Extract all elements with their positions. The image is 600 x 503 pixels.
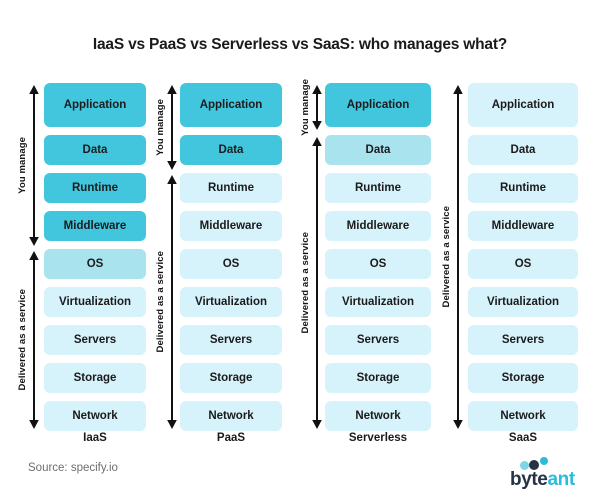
layer-box-data[interactable]: Data xyxy=(468,135,578,165)
arrow-label: You manage xyxy=(152,85,182,170)
layer-box-virtualization[interactable]: Virtualization xyxy=(468,287,578,317)
logo-word-ant: ant xyxy=(547,469,575,490)
layer-box-virtualization[interactable]: Virtualization xyxy=(180,287,282,317)
layer-stack: Application Data Runtime Middleware OS Virtua… xyxy=(468,83,578,444)
arrow-label-text: You manage xyxy=(17,137,28,194)
layer-box-application[interactable]: Application xyxy=(325,83,431,127)
arrow-label-text: Delivered as a service xyxy=(441,206,452,308)
column-label-serverless: Serverless xyxy=(348,432,408,444)
layer-box-servers[interactable]: Servers xyxy=(325,325,431,355)
layer-stack: Application Data Runtime Middleware OS Virtua… xyxy=(44,83,146,444)
arrow-delivered-as-a-service: Delivered as a service xyxy=(438,85,468,429)
arrow-delivered-as-a-service: Delivered as a service xyxy=(14,251,44,429)
layer-box-application[interactable]: Application xyxy=(468,83,578,127)
layer-box-os[interactable]: OS xyxy=(325,249,431,279)
layer-box-os[interactable]: OS xyxy=(468,249,578,279)
layer-box-middleware[interactable]: Middleware xyxy=(44,211,146,241)
arrow-group: You manage Delivered as a service xyxy=(297,79,327,433)
layer-box-network[interactable]: Network xyxy=(325,401,431,431)
layer-box-os[interactable]: OS xyxy=(180,249,282,279)
arrow-label-text: You manage xyxy=(300,79,311,136)
page-title: IaaS vs PaaS vs Serverless vs SaaS: who … xyxy=(92,36,508,53)
arrow-you-manage: You manage xyxy=(297,79,327,136)
layer-box-data[interactable]: Data xyxy=(44,135,146,165)
layer-box-network[interactable]: Network xyxy=(44,401,146,431)
arrow-you-manage: You manage xyxy=(152,85,182,170)
column-label-saas: SaaS xyxy=(508,432,538,444)
column-label-iaas: IaaS xyxy=(83,432,107,444)
layer-box-os[interactable]: OS xyxy=(44,249,146,279)
column-label-paas: PaaS xyxy=(216,432,246,444)
source-attribution: Source: specify.io xyxy=(28,462,118,474)
layer-box-network[interactable]: Network xyxy=(468,401,578,431)
stack-column-saas: Delivered as a service Application Data Run… xyxy=(434,83,586,444)
logo-word-byte: byte xyxy=(510,469,548,490)
arrow-label: Delivered as a service xyxy=(438,85,468,429)
layer-box-storage[interactable]: Storage xyxy=(180,363,282,393)
arrow-label: Delivered as a service xyxy=(297,137,327,429)
layer-box-storage[interactable]: Storage xyxy=(468,363,578,393)
arrow-label: Delivered as a service xyxy=(14,251,44,429)
layer-box-servers[interactable]: Servers xyxy=(180,325,282,355)
layer-box-storage[interactable]: Storage xyxy=(325,363,431,393)
layer-box-middleware[interactable]: Middleware xyxy=(180,211,282,241)
layer-box-runtime[interactable]: Runtime xyxy=(44,173,146,203)
arrow-label-text: You manage xyxy=(155,99,166,156)
layer-box-network[interactable]: Network xyxy=(180,401,282,431)
arrow-group: You manage Delivered as a service xyxy=(152,83,182,433)
byteant-logo: byteant xyxy=(484,455,588,497)
arrow-label: You manage xyxy=(297,79,327,136)
arrow-you-manage: You manage xyxy=(14,85,44,246)
layer-stack: Application Data Runtime Middleware OS Virtua… xyxy=(325,83,431,444)
layer-box-runtime[interactable]: Runtime xyxy=(468,173,578,203)
layer-box-runtime[interactable]: Runtime xyxy=(325,173,431,203)
layer-box-storage[interactable]: Storage xyxy=(44,363,146,393)
layer-stack: Application Data Runtime Middleware OS Virtua… xyxy=(180,83,282,444)
arrow-label: Delivered as a service xyxy=(152,175,182,429)
arrow-delivered-as-a-service: Delivered as a service xyxy=(152,175,182,429)
layer-box-virtualization[interactable]: Virtualization xyxy=(44,287,146,317)
logo-dot-right-icon xyxy=(540,457,548,465)
arrow-label-text: Delivered as a service xyxy=(300,232,311,334)
arrow-label-text: Delivered as a service xyxy=(155,251,166,353)
layer-box-virtualization[interactable]: Virtualization xyxy=(325,287,431,317)
arrow-group: You manage Delivered as a service xyxy=(14,83,44,433)
layer-box-data[interactable]: Data xyxy=(325,135,431,165)
layer-box-middleware[interactable]: Middleware xyxy=(325,211,431,241)
arrow-group: Delivered as a service xyxy=(438,83,468,433)
layer-box-middleware[interactable]: Middleware xyxy=(468,211,578,241)
arrow-label: You manage xyxy=(14,85,44,246)
stack-column-iaas: You manage Delivered as a service Applicat… xyxy=(14,83,146,444)
layer-box-application[interactable]: Application xyxy=(180,83,282,127)
stack-diagram: You manage Delivered as a service Applicat… xyxy=(0,79,600,444)
layer-box-servers[interactable]: Servers xyxy=(468,325,578,355)
arrow-delivered-as-a-service: Delivered as a service xyxy=(297,137,327,429)
stack-column-serverless: You manage Delivered as a service Applicat… xyxy=(295,79,431,444)
layer-box-servers[interactable]: Servers xyxy=(44,325,146,355)
layer-box-data[interactable]: Data xyxy=(180,135,282,165)
layer-box-application[interactable]: Application xyxy=(44,83,146,127)
layer-box-runtime[interactable]: Runtime xyxy=(180,173,282,203)
arrow-label-text: Delivered as a service xyxy=(17,289,28,391)
logo-wordmark: byteant xyxy=(510,469,575,491)
stack-column-paas: You manage Delivered as a service Applicat… xyxy=(152,83,284,444)
